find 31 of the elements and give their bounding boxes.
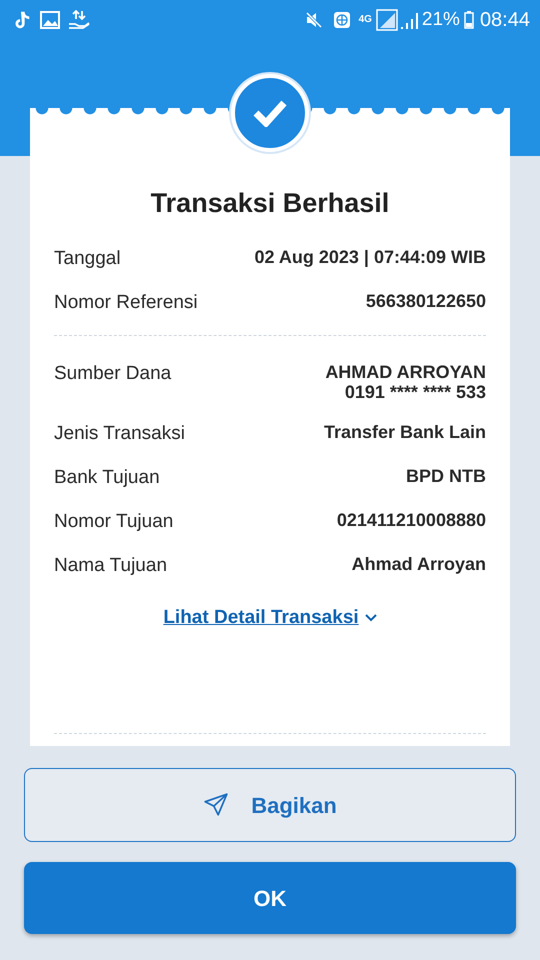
- battery-percent: 21%: [422, 8, 460, 32]
- share-button[interactable]: Bagikan: [24, 768, 516, 842]
- row-label: Nama Tujuan: [54, 554, 168, 578]
- row-label: Nomor Tujuan: [54, 510, 174, 534]
- row-label: Sumber Dana: [54, 362, 172, 386]
- row-label: Tanggal: [54, 247, 122, 271]
- row-value: BPD NTB: [406, 466, 486, 486]
- row-label: Jenis Transaksi: [54, 422, 186, 446]
- signal-icon: [376, 9, 398, 31]
- detail-link[interactable]: Lihat Detail Transaksi: [163, 604, 377, 632]
- ok-button[interactable]: OK: [24, 862, 516, 934]
- row-value: 0191 **** **** 533: [344, 382, 486, 402]
- row-value: 02 Aug 2023 | 07:44:09 WIB: [254, 247, 486, 267]
- clock: 08:44: [480, 8, 530, 33]
- row-value: 021411210008880: [336, 510, 486, 530]
- row-value: Transfer Bank Lain: [324, 422, 486, 442]
- receipt-title: Transaksi Berhasil: [150, 190, 390, 217]
- globe-icon: [332, 11, 351, 29]
- mute-icon: [304, 11, 323, 29]
- network-type: 4G: [358, 15, 372, 25]
- row-value: 566380122650: [366, 291, 486, 311]
- battery-icon: [464, 11, 474, 29]
- row-value: AHMAD ARROYAN: [325, 362, 486, 382]
- transfer-hand-icon: [68, 10, 90, 30]
- send-icon: [203, 792, 230, 818]
- row-value: Ahmad Arroyan: [352, 554, 486, 574]
- image-icon: [40, 11, 60, 29]
- signal-bars-icon: [400, 10, 418, 30]
- row-label: Nomor Referensi: [54, 291, 199, 315]
- row-label: Bank Tujuan: [54, 466, 161, 490]
- chevron-down-icon: [364, 614, 377, 622]
